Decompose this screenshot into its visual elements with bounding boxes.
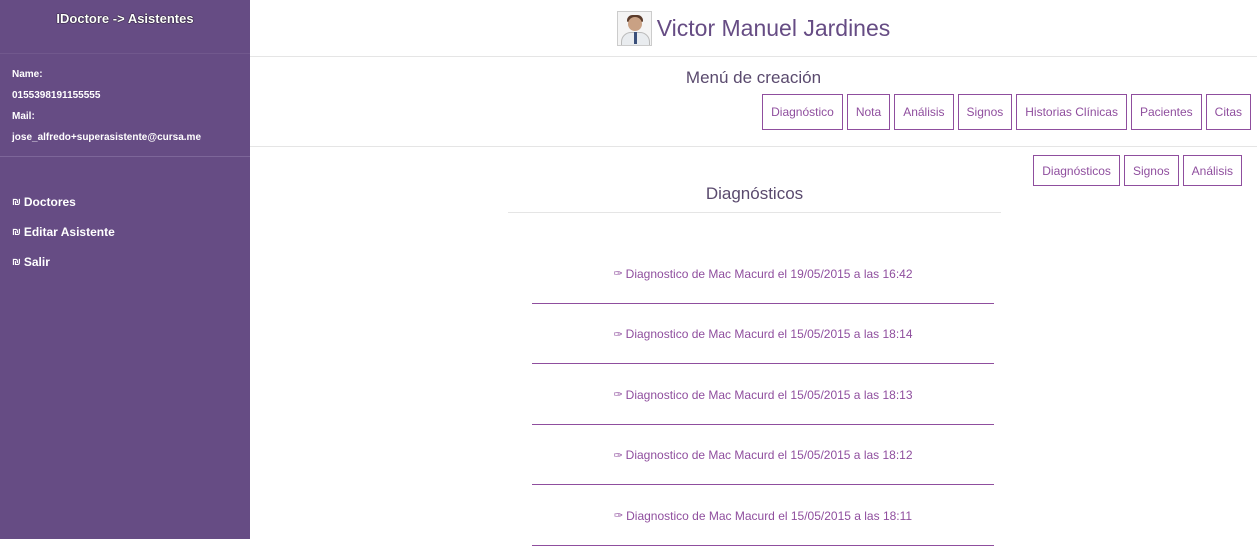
avatar-tie xyxy=(633,31,637,44)
list-filter-buttons: Diagnósticos Signos Análisis xyxy=(1033,155,1242,186)
historias-clinicas-button[interactable]: Historias Clínicas xyxy=(1016,94,1127,130)
sidebar-item-doctores[interactable]: ₪ Doctores xyxy=(0,187,250,217)
creation-menu-title: Menú de creación xyxy=(685,68,822,87)
analisis-list-button[interactable]: Análisis xyxy=(1182,155,1242,186)
list-item[interactable]: ✑ Diagnostico de Mac Macurd el 15/05/201… xyxy=(532,485,994,546)
diagnosis-link[interactable]: Diagnostico de Mac Macurd el 15/05/2015 … xyxy=(626,509,912,523)
analisis-button[interactable]: Análisis xyxy=(894,94,954,130)
user-email: jose_alfredo+superasistente@cursa.me xyxy=(12,132,202,143)
list-item[interactable]: ✑ Diagnostico de Mac Macurd el 15/05/201… xyxy=(532,364,994,425)
diagnosis-link[interactable]: Diagnostico de Mac Macurd el 15/05/2015 … xyxy=(626,388,913,402)
section-title: Diagnósticos xyxy=(705,184,804,203)
pencil-arrow-icon: ✑ xyxy=(613,268,623,281)
page-title: Victor Manuel Jardines xyxy=(656,14,891,41)
list-item[interactable]: ✑ Diagnostico de Mac Macurd el 15/05/201… xyxy=(532,304,994,364)
sidebar-nav: ₪ Doctores ₪ Editar Asistente ₪ Salir xyxy=(0,157,250,277)
diagnosis-link[interactable]: Diagnostico de Mac Macurd el 15/05/2015 … xyxy=(626,448,913,462)
signos-list-button[interactable]: Signos xyxy=(1123,155,1179,186)
diagnosis-link[interactable]: Diagnostico de Mac Macurd el 15/05/2015 … xyxy=(626,327,913,341)
nav-icon: ₪ xyxy=(12,226,21,238)
diagnosis-list: ✑ Diagnostico de Mac Macurd el 19/05/201… xyxy=(532,243,994,546)
sidebar-item-editar-asistente[interactable]: ₪ Editar Asistente xyxy=(0,217,250,247)
list-item[interactable]: ✑ Diagnostico de Mac Macurd el 15/05/201… xyxy=(532,425,994,485)
nota-button[interactable]: Nota xyxy=(846,94,891,130)
pencil-arrow-icon: ✑ xyxy=(613,328,623,341)
section-divider xyxy=(508,212,1001,213)
user-phone: 0155398191155555 xyxy=(12,90,101,101)
avatar-head xyxy=(627,16,642,31)
signos-button[interactable]: Signos xyxy=(957,94,1013,130)
name-label: Name: xyxy=(12,69,43,80)
sidebar-item-label: Doctores xyxy=(23,195,76,209)
sidebar: IDoctore -> Asistentes Name: 01553981911… xyxy=(0,0,250,539)
diagnostico-button[interactable]: Diagnóstico xyxy=(762,94,843,130)
pencil-arrow-icon: ✑ xyxy=(613,389,623,402)
avatar xyxy=(616,10,652,46)
sidebar-item-label: Editar Asistente xyxy=(23,225,115,239)
pacientes-button[interactable]: Pacientes xyxy=(1130,94,1202,130)
brand-title[interactable]: IDoctore -> Asistentes xyxy=(0,0,250,54)
citas-button[interactable]: Citas xyxy=(1205,94,1251,130)
pencil-arrow-icon: ✑ xyxy=(613,510,624,523)
sidebar-item-label: Salir xyxy=(23,255,50,269)
mail-label: Mail: xyxy=(12,111,35,122)
creation-menu: Menú de creación Diagnóstico Nota Anális… xyxy=(250,57,1257,147)
nav-icon: ₪ xyxy=(12,196,21,208)
user-info: Name: 0155398191155555 Mail: jose_alfred… xyxy=(0,54,250,157)
diagnosticos-list-button[interactable]: Diagnósticos xyxy=(1033,155,1120,186)
top-header: Victor Manuel Jardines xyxy=(250,0,1257,57)
list-item[interactable]: ✑ Diagnostico de Mac Macurd el 19/05/201… xyxy=(532,243,994,304)
diagnosis-link[interactable]: Diagnostico de Mac Macurd el 19/05/2015 … xyxy=(626,267,913,281)
sidebar-item-salir[interactable]: ₪ Salir xyxy=(0,247,250,277)
nav-icon: ₪ xyxy=(12,256,21,268)
creation-button-row: Diagnóstico Nota Análisis Signos Histori… xyxy=(762,94,1251,130)
pencil-arrow-icon: ✑ xyxy=(613,449,623,462)
